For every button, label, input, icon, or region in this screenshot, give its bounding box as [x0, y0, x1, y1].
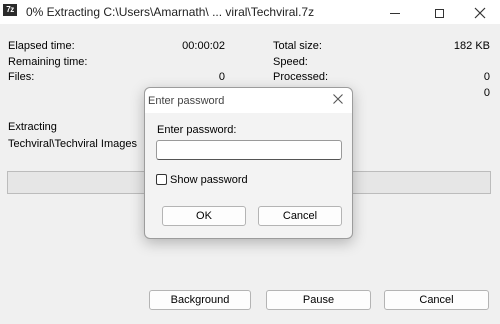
dialog-title: Enter password [148, 95, 225, 107]
window-title: 0% Extracting C:\Users\Amarnath\ ... vir… [26, 5, 315, 19]
processed-label: Processed: [273, 71, 329, 83]
files-label: Files: [8, 71, 35, 83]
title-bar: 7z 0% Extracting C:\Users\Amarnath\ ... … [0, 0, 500, 24]
minimize-icon[interactable] [375, 0, 415, 24]
background-button[interactable]: Background [149, 290, 251, 310]
total-size-value: 182 KB [453, 40, 490, 52]
password-input[interactable] [156, 140, 342, 160]
7zip-app-icon: 7z [3, 4, 17, 16]
dialog-close-icon[interactable] [330, 91, 346, 107]
pause-button[interactable]: Pause [266, 290, 371, 310]
operation-label: Extracting [8, 121, 57, 133]
total-size-label: Total size: [273, 40, 322, 52]
elapsed-time-label: Elapsed time: [8, 40, 75, 52]
current-path: Techviral\Techviral Images [8, 138, 137, 150]
dialog-cancel-button[interactable]: Cancel [258, 206, 342, 226]
ok-button[interactable]: OK [162, 206, 246, 226]
password-prompt-label: Enter password: [157, 124, 237, 136]
maximize-icon[interactable] [419, 0, 459, 24]
show-password-label[interactable]: Show password [170, 174, 248, 186]
remaining-time-label: Remaining time: [8, 56, 88, 68]
show-password-checkbox[interactable] [156, 174, 167, 185]
hidden-stat-value: 0 [483, 87, 490, 99]
processed-value: 0 [483, 71, 490, 83]
dialog-title-bar: Enter password [145, 88, 352, 113]
close-icon[interactable] [460, 0, 500, 24]
elapsed-time-value: 00:00:02 [182, 40, 225, 52]
cancel-button[interactable]: Cancel [384, 290, 489, 310]
speed-label: Speed: [273, 56, 308, 68]
files-value: 0 [218, 71, 225, 83]
password-dialog: Enter password Enter password: Show pass… [144, 87, 353, 239]
